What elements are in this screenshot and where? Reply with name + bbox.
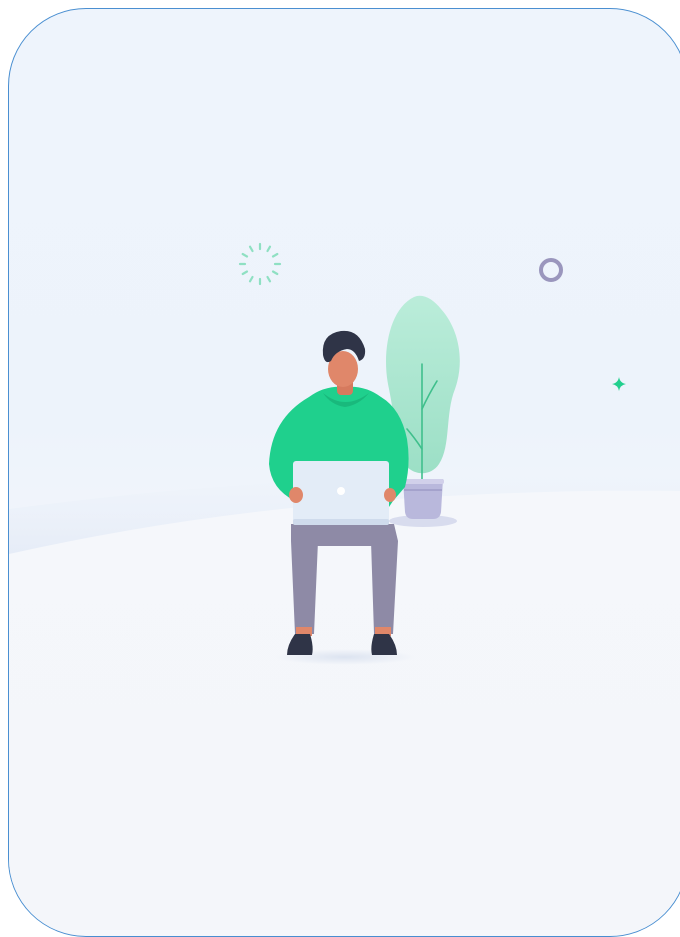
- illustration-card: [8, 8, 680, 937]
- sparkle-burst-icon: [238, 242, 282, 286]
- laptop-logo: [337, 487, 345, 495]
- ground-hill: [9, 490, 680, 930]
- ring-icon: [539, 258, 563, 282]
- sparkle-star-icon: [612, 377, 626, 391]
- empty-state-illustration: [9, 242, 680, 930]
- plant-pot: [403, 479, 443, 519]
